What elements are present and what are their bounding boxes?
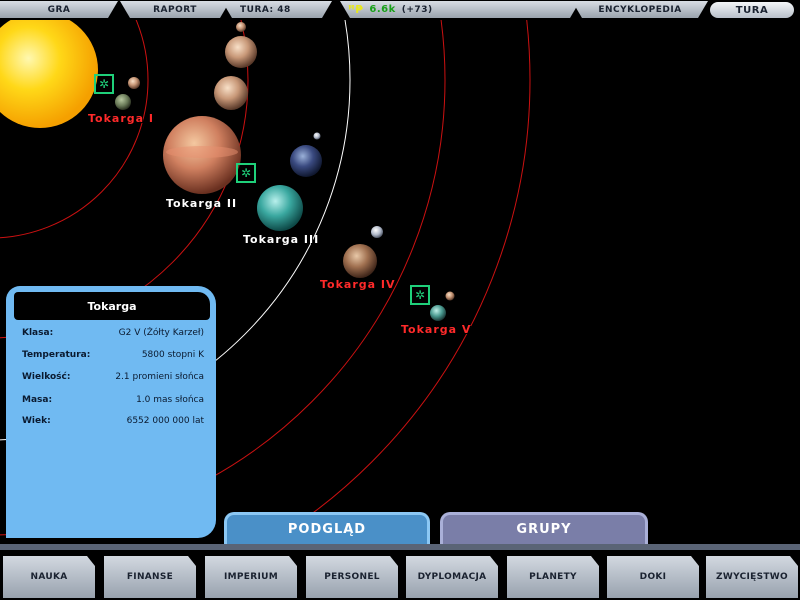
menu-raport-button[interactable]: RAPORT	[120, 1, 230, 18]
info-label: Klasa:	[22, 328, 54, 338]
planet-label-tokarga-3[interactable]: Tokarga III	[243, 233, 319, 246]
gear-icon[interactable]: ✲	[410, 285, 430, 305]
gear-icon[interactable]: ✲	[236, 163, 256, 183]
moon-tokarga-1[interactable]	[128, 77, 140, 89]
bottom-nav-bar: NAUKA FINANSE IMPERIUM PERSONEL DYPLOMAC…	[0, 550, 800, 600]
menu-gra-label: GRA	[47, 4, 71, 15]
end-turn-label: TURA	[735, 4, 769, 16]
info-value: 1.0 mas słońca	[136, 395, 204, 405]
info-label: Temperatura:	[22, 350, 91, 360]
star-info-body: Klasa: G2 V (Żółty Karzeł) Temperatura: …	[14, 324, 210, 530]
credits-value: 6.6k	[369, 4, 396, 15]
planet-label-tokarga-2[interactable]: Tokarga II	[166, 197, 237, 210]
nav-doki-button[interactable]: DOKI	[607, 556, 699, 598]
moon-tokarga-4[interactable]	[371, 226, 383, 238]
top-bar: GRA RAPORT TURA: 48 ꟸ₱ 6.6k (+73) ENCYKL…	[0, 0, 800, 20]
encyclopedia-button[interactable]: ENCYKLOPEDIA	[572, 1, 708, 18]
planet-tokarga-2-band	[166, 146, 238, 158]
gear-icon[interactable]: ✲	[94, 74, 114, 94]
nav-planety-button[interactable]: PLANETY	[507, 556, 599, 598]
info-label: Wielkość:	[22, 372, 71, 382]
info-value: 6552 000 000 lat	[126, 416, 204, 426]
sun[interactable]	[0, 20, 98, 128]
moon-tokarga-5[interactable]	[445, 291, 455, 301]
end-turn-button[interactable]: TURA	[710, 2, 794, 18]
planet-tokarga-4[interactable]	[343, 244, 377, 278]
moon-tokarga-2b[interactable]	[225, 36, 257, 68]
info-row-size: Wielkość: 2.1 promieni słońca	[14, 372, 210, 388]
star-info-panel: Tokarga Klasa: G2 V (Żółty Karzeł) Tempe…	[6, 286, 216, 538]
planet-label-tokarga-4[interactable]: Tokarga IV	[320, 278, 396, 291]
info-label: Masa:	[22, 395, 53, 405]
turn-counter: TURA: 48	[222, 1, 332, 18]
planet-label-tokarga-1[interactable]: Tokarga I	[88, 112, 154, 125]
moon-tokarga-3a[interactable]	[313, 132, 321, 140]
planet-label-tokarga-5[interactable]: Tokarga V	[401, 323, 471, 336]
star-info-title: Tokarga	[14, 292, 210, 320]
info-row-temperature: Temperatura: 5800 stopni K	[14, 350, 210, 366]
info-label: Wiek:	[22, 416, 51, 426]
moon-tokarga-2c[interactable]	[214, 76, 248, 110]
turn-label: TURA:	[240, 4, 274, 15]
encyclopedia-label: ENCYKLOPEDIA	[598, 4, 682, 15]
nav-zwyciestwo-button[interactable]: ZWYCIĘSTWO	[706, 556, 798, 598]
moon-tokarga-3b[interactable]	[290, 145, 322, 177]
info-row-class: Klasa: G2 V (Żółty Karzeł)	[14, 328, 210, 344]
nav-dyplomacja-button[interactable]: DYPLOMACJA	[406, 556, 498, 598]
menu-raport-label: RAPORT	[153, 4, 197, 15]
nav-finanse-button[interactable]: FINANSE	[104, 556, 196, 598]
planet-tokarga-1[interactable]	[115, 94, 131, 110]
turn-number: 48	[277, 4, 291, 15]
credits-delta: (+73)	[401, 4, 433, 15]
nav-imperium-button[interactable]: IMPERIUM	[205, 556, 297, 598]
money-icon: ꟸ₱	[348, 3, 364, 16]
nav-personel-button[interactable]: PERSONEL	[306, 556, 398, 598]
nav-nauka-button[interactable]: NAUKA	[3, 556, 95, 598]
planet-tokarga-5[interactable]	[430, 305, 446, 321]
planet-tokarga-3[interactable]	[257, 185, 303, 231]
info-value: 5800 stopni K	[141, 350, 204, 360]
moon-tokarga-2a[interactable]	[236, 22, 246, 32]
tab-grupy[interactable]: GRUPY	[440, 512, 648, 544]
tab-podglad[interactable]: PODGLĄD	[224, 512, 430, 544]
info-row-age: Wiek: 6552 000 000 lat	[14, 416, 210, 432]
menu-gra-button[interactable]: GRA	[0, 1, 118, 18]
info-value: G2 V (Żółty Karzeł)	[118, 328, 204, 338]
info-value: 2.1 promieni słońca	[115, 372, 204, 382]
credits-display: ꟸ₱ 6.6k (+73)	[340, 1, 580, 18]
info-row-mass: Masa: 1.0 mas słońca	[14, 395, 210, 411]
